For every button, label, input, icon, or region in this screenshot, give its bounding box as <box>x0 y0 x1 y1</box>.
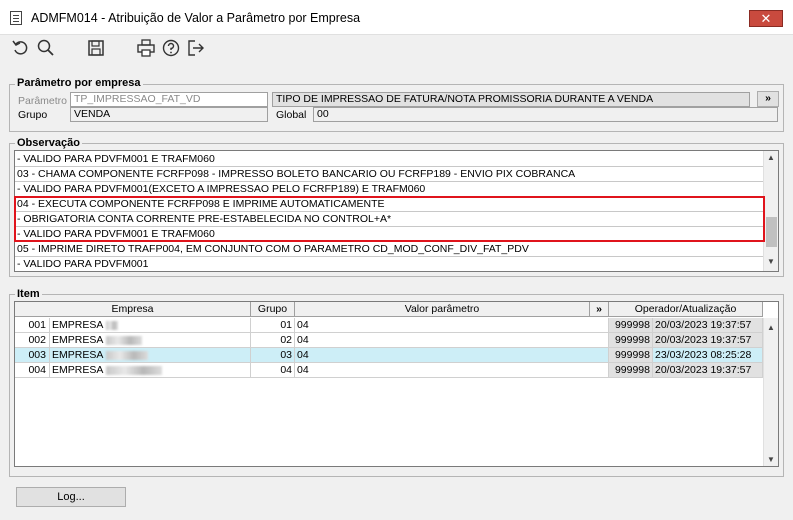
scroll-up-icon[interactable]: ▲ <box>764 323 778 332</box>
observacao-scrollbar[interactable]: ▲ ▼ <box>763 151 778 271</box>
column-header-more[interactable]: » <box>590 302 609 317</box>
valor-cell[interactable]: 04 <box>295 318 609 333</box>
item-group-label: Item <box>15 288 42 300</box>
operador-cell: 999998 <box>609 333 653 348</box>
log-button[interactable]: Log... <box>16 487 126 507</box>
grupo-label: Grupo <box>18 109 48 121</box>
empresa-code: 002 <box>15 333 50 348</box>
table-row-selected[interactable]: 003 EMPRESA 03 04 999998 23/03/2023 08:2… <box>15 348 763 363</box>
data-cell: 20/03/2023 19:37:57 <box>653 363 763 378</box>
scroll-down-icon[interactable]: ▼ <box>764 455 778 464</box>
undo-icon[interactable] <box>11 38 31 58</box>
empresa-name: EMPRESA <box>50 333 251 348</box>
item-table[interactable]: Empresa Grupo Valor parâmetro » Operador… <box>14 301 779 467</box>
grupo-cell: 03 <box>251 348 295 363</box>
operador-cell: 999998 <box>609 363 653 378</box>
column-header-grupo[interactable]: Grupo <box>251 302 295 317</box>
valor-cell[interactable]: 04 <box>295 348 609 363</box>
data-cell: 20/03/2023 19:37:57 <box>653 318 763 333</box>
grupo-cell: 01 <box>251 318 295 333</box>
empresa-name: EMPRESA <box>50 318 251 333</box>
empresa-code: 004 <box>15 363 50 378</box>
table-row[interactable]: 001 EMPRESA 01 04 999998 20/03/2023 19:3… <box>15 318 763 333</box>
exit-icon[interactable] <box>186 38 206 58</box>
grupo-cell: 04 <box>251 363 295 378</box>
empresa-code: 003 <box>15 348 50 363</box>
title-bar: ADMFM014 - Atribuição de Valor a Parâmet… <box>0 0 793 35</box>
global-label: Global <box>276 109 307 121</box>
highlight-box <box>14 196 765 242</box>
empresa-name: EMPRESA <box>50 363 251 378</box>
list-item: 03 - CHAMA COMPONENTE FCRFP098 - IMPRESS… <box>17 168 576 180</box>
operador-cell: 999998 <box>609 318 653 333</box>
print-icon[interactable] <box>136 38 156 58</box>
parametro-label: Parâmetro <box>18 95 68 107</box>
item-scrollbar[interactable]: ▲ ▼ <box>763 318 778 466</box>
empresa-code: 001 <box>15 318 50 333</box>
list-item: - VALIDO PARA PDVFM001 <box>17 258 149 270</box>
window-title: ADMFM014 - Atribuição de Valor a Parâmet… <box>31 11 361 25</box>
grupo-cell: 02 <box>251 333 295 348</box>
valor-cell[interactable]: 04 <box>295 363 609 378</box>
list-item: 05 - IMPRIME DIRETO TRAFP004, EM CONJUNT… <box>17 243 529 255</box>
parametro-group-label: Parâmetro por empresa <box>15 77 143 89</box>
list-item: - VALIDO PARA PDVFM001 E TRAFM060 <box>17 153 215 165</box>
parametro-field[interactable]: TP_IMPRESSAO_FAT_VD <box>70 92 268 107</box>
valor-cell[interactable]: 04 <box>295 333 609 348</box>
grupo-field: VENDA <box>70 107 268 122</box>
help-icon[interactable] <box>161 38 181 58</box>
global-field: 00 <box>313 107 778 122</box>
search-icon[interactable] <box>36 38 56 58</box>
column-header-valor[interactable]: Valor parâmetro <box>295 302 590 317</box>
operador-cell: 999998 <box>609 348 653 363</box>
close-button[interactable]: ✕ <box>749 10 783 27</box>
scroll-thumb[interactable] <box>766 217 777 247</box>
scroll-down-icon[interactable]: ▼ <box>764 257 778 266</box>
more-button[interactable]: » <box>757 91 779 107</box>
observacao-group-label: Observação <box>15 137 82 149</box>
column-header-empresa[interactable]: Empresa <box>15 302 251 317</box>
data-cell: 20/03/2023 19:37:57 <box>653 333 763 348</box>
table-row[interactable]: 004 EMPRESA 04 04 999998 20/03/2023 19:3… <box>15 363 763 378</box>
document-icon <box>10 11 22 25</box>
table-row[interactable]: 002 EMPRESA 02 04 999998 20/03/2023 19:3… <box>15 333 763 348</box>
data-cell: 23/03/2023 08:25:28 <box>653 348 763 363</box>
parametro-description: TIPO DE IMPRESSAO DE FATURA/NOTA PROMISS… <box>272 92 750 107</box>
save-icon[interactable] <box>86 38 106 58</box>
empresa-name: EMPRESA <box>50 348 251 363</box>
list-item: - VALIDO PARA PDVFM001(EXCETO A IMPRESSA… <box>17 183 426 195</box>
column-header-operador[interactable]: Operador/Atualização <box>609 302 763 317</box>
scroll-up-icon[interactable]: ▲ <box>764 153 778 162</box>
